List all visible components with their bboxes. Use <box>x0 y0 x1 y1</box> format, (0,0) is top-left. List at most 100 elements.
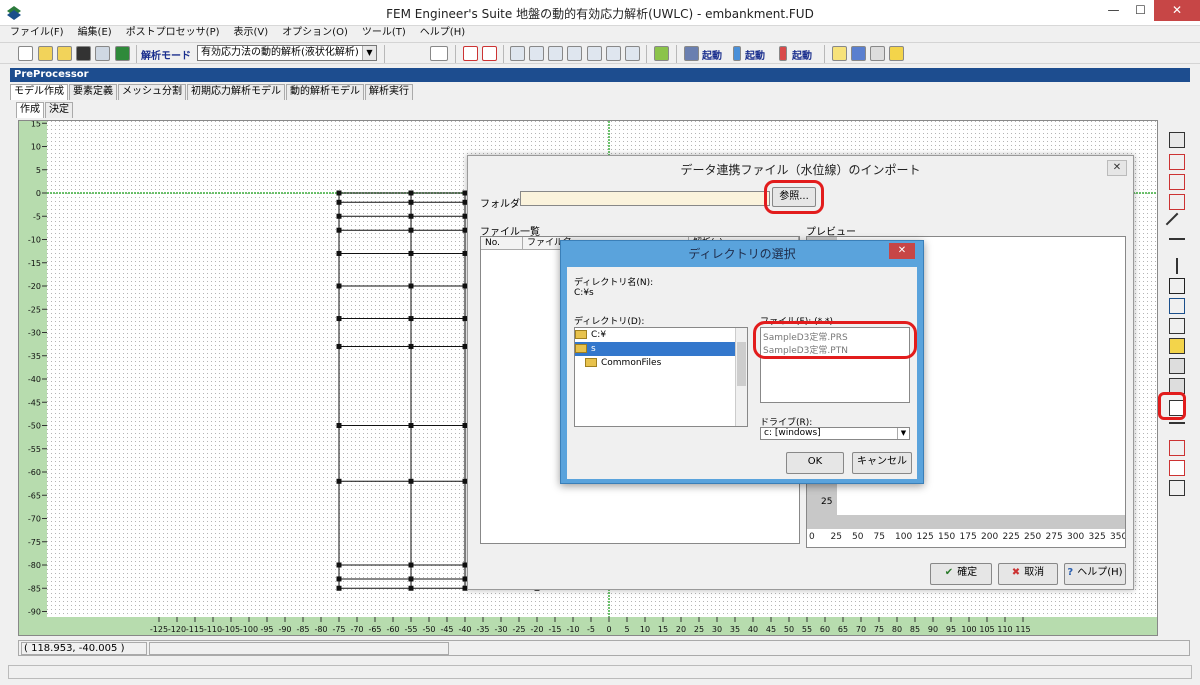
new-file-icon[interactable] <box>18 46 33 61</box>
mesh-node[interactable] <box>336 213 342 219</box>
minimize-button[interactable]: — <box>1100 0 1127 21</box>
mesh-node[interactable] <box>408 585 414 591</box>
post-icon[interactable] <box>430 46 448 61</box>
menu-edit[interactable]: 編集(E) <box>78 26 112 42</box>
directory-list[interactable]: C:¥ s CommonFiles <box>574 327 748 427</box>
subtab-create[interactable]: 作成 <box>16 102 44 118</box>
mesh-node[interactable] <box>408 562 414 568</box>
mesh-node[interactable] <box>336 283 342 289</box>
import-dialog-close-icon[interactable]: ✕ <box>1107 160 1127 176</box>
copy-tool-icon[interactable] <box>1169 440 1185 456</box>
dir-item-s[interactable]: s <box>575 342 747 356</box>
mesh-node[interactable] <box>336 199 342 205</box>
drive-select[interactable]: c: [windows] ▼ <box>760 427 910 440</box>
confirm-button[interactable]: ✔ 確定 <box>930 563 992 585</box>
dir-ok-button[interactable]: OK <box>786 452 844 474</box>
rect-tool-icon[interactable] <box>1169 154 1185 170</box>
gauge-red-icon[interactable] <box>779 46 787 61</box>
mesh-node[interactable] <box>336 585 342 591</box>
menu-file[interactable]: ファイル(F) <box>10 26 64 42</box>
mesh-node[interactable] <box>336 190 342 196</box>
rect-edge-tool-icon[interactable] <box>1169 194 1185 210</box>
polyline-tool-icon[interactable] <box>1169 278 1185 294</box>
print-icon[interactable] <box>95 46 110 61</box>
mesh-node[interactable] <box>408 576 414 582</box>
tab-run[interactable]: 解析実行 <box>365 84 413 100</box>
zoom-fit-icon[interactable] <box>567 46 582 61</box>
mesh-node[interactable] <box>408 343 414 349</box>
launch-label-3[interactable]: 起動 <box>792 47 812 62</box>
zoom-window-icon[interactable] <box>587 46 602 61</box>
menu-options[interactable]: オプション(O) <box>282 26 348 42</box>
mesh-node[interactable] <box>408 190 414 196</box>
close-button[interactable]: ✕ <box>1154 0 1200 21</box>
mesh-node[interactable] <box>408 199 414 205</box>
tab-mesh[interactable]: メッシュ分割 <box>118 84 186 100</box>
square-tool-icon[interactable] <box>1169 318 1185 334</box>
menu-postprocessor[interactable]: ポストプロセッサ(P) <box>126 26 220 42</box>
mesh-node[interactable] <box>336 423 342 428</box>
open-recent-icon[interactable] <box>57 46 72 61</box>
mesh-node[interactable] <box>336 316 342 322</box>
save-icon[interactable] <box>76 46 91 61</box>
hline-tool-icon[interactable] <box>1169 238 1185 254</box>
dir-cancel-button[interactable]: キャンセル <box>852 452 912 474</box>
vline-tool-icon[interactable] <box>1176 258 1178 274</box>
card-icon[interactable] <box>870 46 885 61</box>
tab-initial-stress[interactable]: 初期応力解析モデル <box>187 84 285 100</box>
frame-tool-icon[interactable] <box>1169 480 1185 496</box>
tip-icon[interactable] <box>889 46 904 61</box>
scroll-thumb[interactable] <box>737 342 746 386</box>
mesh-node[interactable] <box>408 478 414 484</box>
curve-tool-icon[interactable] <box>1169 298 1185 314</box>
mesh-node[interactable] <box>408 283 414 289</box>
col-no[interactable]: No. <box>481 237 523 249</box>
mesh-node[interactable] <box>336 576 342 582</box>
help-icon[interactable] <box>832 46 847 61</box>
subtab-decide[interactable]: 決定 <box>45 102 73 118</box>
tab-model[interactable]: モデル作成 <box>10 84 68 100</box>
dir-item-commonfiles[interactable]: CommonFiles <box>575 356 747 370</box>
help-button[interactable]: ? ヘルプ(H) <box>1064 563 1126 585</box>
select-tool-icon[interactable] <box>1169 132 1185 148</box>
mesh-node[interactable] <box>408 227 414 233</box>
menu-view[interactable]: 表示(V) <box>234 26 269 42</box>
dir-item-root[interactable]: C:¥ <box>575 328 747 342</box>
rect-node-tool-icon[interactable] <box>1169 174 1185 190</box>
undo-icon[interactable] <box>463 46 478 61</box>
zoom-in-icon[interactable] <box>529 46 544 61</box>
cancel-button[interactable]: ✖ 取消 <box>998 563 1058 585</box>
analysis-mode-select[interactable]: 有効応力法の動的解析(液状化解析) ▼ <box>197 45 377 61</box>
open-folder-icon[interactable] <box>38 46 53 61</box>
zoom-icon[interactable] <box>510 46 525 61</box>
solver-icon[interactable] <box>684 46 699 61</box>
maximize-button[interactable]: ☐ <box>1127 0 1154 21</box>
layer-tool-icon[interactable] <box>1169 358 1185 374</box>
mesh-node[interactable] <box>336 227 342 233</box>
check-icon[interactable] <box>654 46 669 61</box>
gauge-blue-icon[interactable] <box>733 46 741 61</box>
folder-input[interactable] <box>520 191 770 206</box>
menu-help[interactable]: ヘルプ(H) <box>420 26 465 42</box>
mesh-node[interactable] <box>408 213 414 219</box>
grid-tool-icon[interactable] <box>1169 338 1185 354</box>
directory-dialog-close-icon[interactable]: ✕ <box>889 243 915 259</box>
mesh-node[interactable] <box>408 316 414 322</box>
launch-label-1[interactable]: 起動 <box>702 47 722 62</box>
book-icon[interactable] <box>851 46 866 61</box>
directory-scrollbar[interactable] <box>735 328 747 426</box>
mesh-node[interactable] <box>336 250 342 256</box>
export-icon[interactable] <box>115 46 130 61</box>
redo-icon[interactable] <box>482 46 497 61</box>
tab-dynamic[interactable]: 動的解析モデル <box>286 84 364 100</box>
tab-element[interactable]: 要素定義 <box>69 84 117 100</box>
mesh-node[interactable] <box>336 478 342 484</box>
mesh-node[interactable] <box>336 562 342 568</box>
mesh-node[interactable] <box>336 343 342 349</box>
launch-label-2[interactable]: 起動 <box>745 47 765 62</box>
layout-icon[interactable] <box>625 46 640 61</box>
menu-tools[interactable]: ツール(T) <box>362 26 406 42</box>
node-tool-icon[interactable] <box>1169 422 1185 438</box>
zoom-out-icon[interactable] <box>548 46 563 61</box>
mesh-node[interactable] <box>408 250 414 256</box>
